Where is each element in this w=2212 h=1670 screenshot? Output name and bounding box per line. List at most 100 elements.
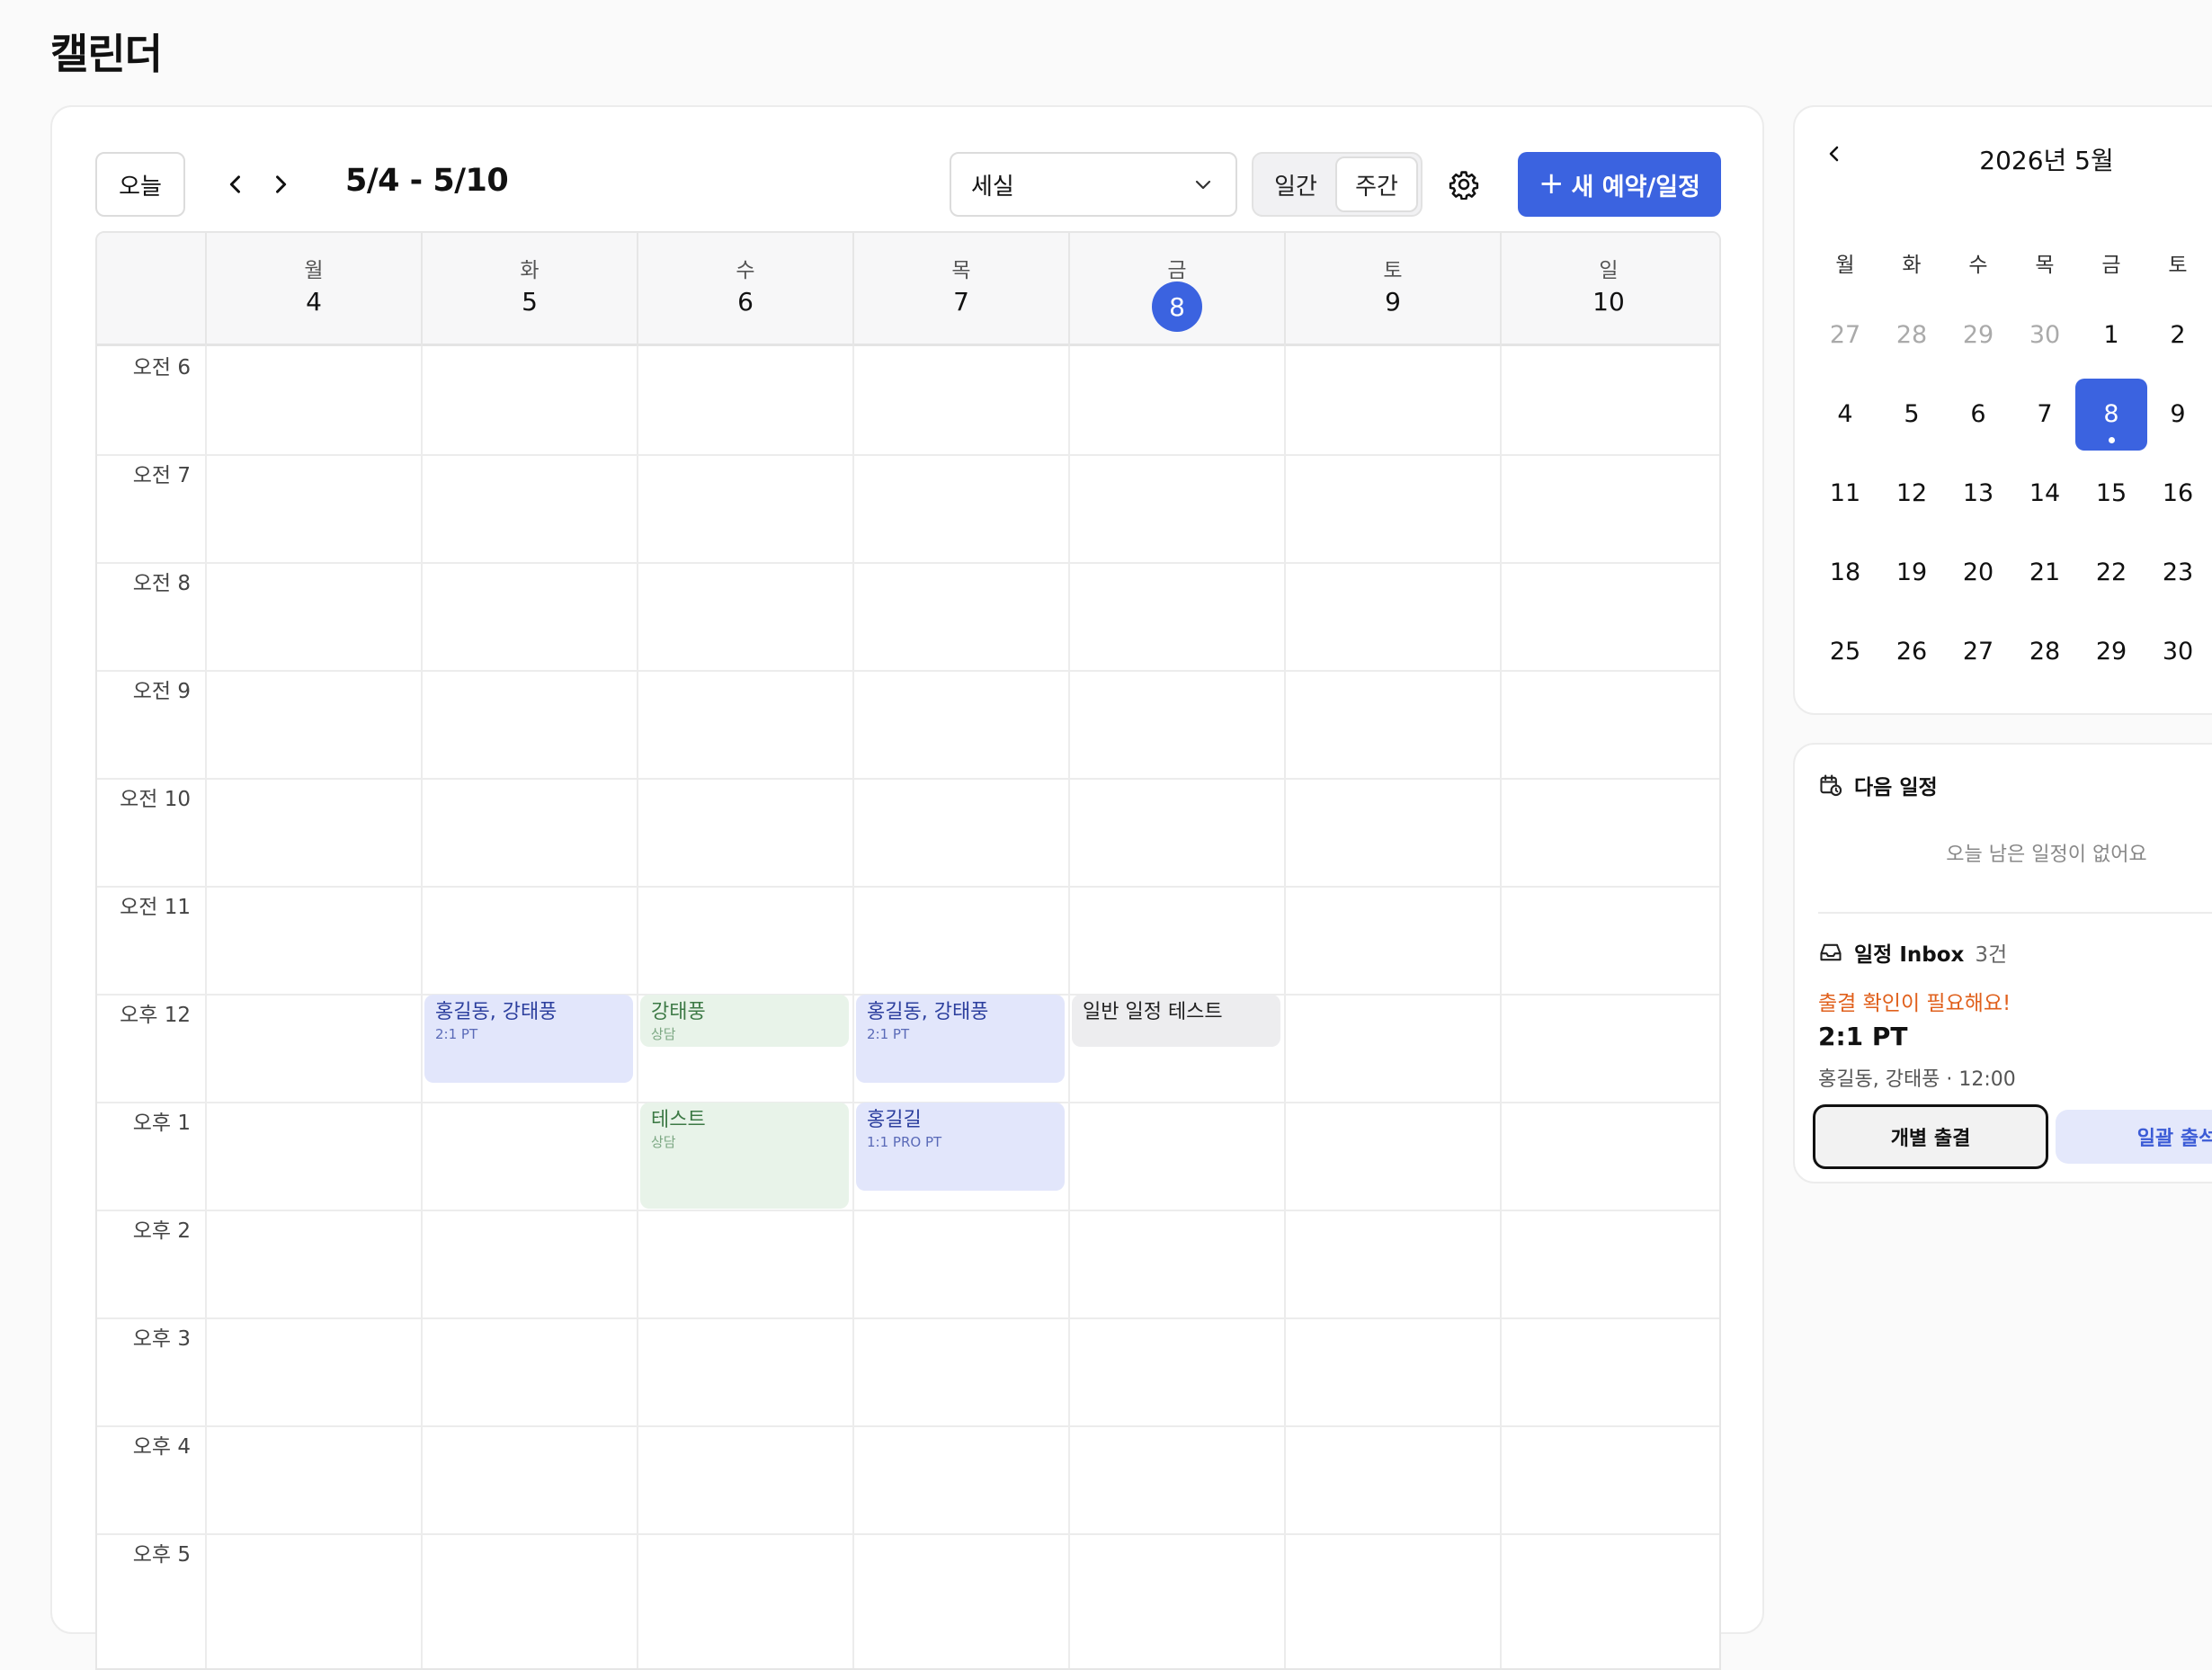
mini-day[interactable]: 14 (2009, 458, 2081, 530)
mini-day[interactable]: 27 (1809, 299, 1881, 371)
time-slot[interactable] (1286, 564, 1500, 670)
mini-day[interactable]: 29 (1942, 299, 2014, 371)
time-slot[interactable] (1070, 456, 1284, 562)
mini-day[interactable]: 23 (2142, 537, 2212, 609)
time-slot[interactable] (423, 672, 637, 778)
time-slot[interactable] (854, 672, 1068, 778)
room-select[interactable]: 세실 (950, 152, 1237, 217)
time-slot[interactable] (638, 672, 852, 778)
time-slot[interactable] (1286, 1535, 1500, 1641)
mini-day[interactable]: 28 (2009, 616, 2081, 688)
time-slot[interactable] (1286, 1427, 1500, 1533)
time-slot[interactable] (1502, 1427, 1716, 1533)
time-slot[interactable] (638, 456, 852, 562)
mini-day[interactable]: 19 (1876, 537, 1948, 609)
time-slot[interactable] (1286, 1103, 1500, 1210)
time-slot[interactable] (854, 456, 1068, 562)
time-slot[interactable] (1502, 1103, 1716, 1210)
mini-day[interactable]: 18 (1809, 537, 1881, 609)
time-slot[interactable] (854, 348, 1068, 454)
time-slot[interactable] (1070, 1535, 1284, 1641)
time-slot[interactable] (1286, 1211, 1500, 1317)
day-header-8[interactable]: 금8 (1068, 233, 1284, 346)
mini-day[interactable]: 29 (2075, 616, 2147, 688)
time-slot[interactable] (207, 780, 421, 886)
mini-day[interactable]: 1 (2075, 299, 2147, 371)
time-slot[interactable] (638, 348, 852, 454)
calendar-event[interactable]: 홍길동, 강태풍 2:1 PT (856, 995, 1065, 1083)
time-slot[interactable] (207, 672, 421, 778)
time-slot[interactable] (423, 1211, 637, 1317)
day-header-4[interactable]: 월4 (205, 233, 421, 346)
time-slot[interactable] (1502, 564, 1716, 670)
view-day-tab[interactable]: 일간 (1256, 156, 1335, 212)
time-slot[interactable] (854, 1319, 1068, 1425)
time-slot[interactable] (1286, 888, 1500, 994)
time-slot[interactable] (1286, 1319, 1500, 1425)
time-slot[interactable] (207, 996, 421, 1102)
new-booking-button[interactable]: + 새 예약/일정 (1518, 152, 1721, 217)
mini-day[interactable]: 13 (1942, 458, 2014, 530)
time-slot[interactable] (854, 888, 1068, 994)
time-slot[interactable] (1502, 780, 1716, 886)
time-slot[interactable] (1286, 780, 1500, 886)
time-slot[interactable] (1502, 888, 1716, 994)
mini-day[interactable]: 7 (2009, 379, 2081, 451)
mini-day[interactable]: 20 (1942, 537, 2014, 609)
time-slot[interactable] (1502, 1535, 1716, 1641)
mini-day[interactable]: 21 (2009, 537, 2081, 609)
mini-day[interactable]: 27 (1942, 616, 2014, 688)
time-slot[interactable] (423, 348, 637, 454)
time-slot[interactable] (207, 348, 421, 454)
time-slot[interactable] (638, 888, 852, 994)
time-slot[interactable] (207, 1211, 421, 1317)
time-slot[interactable] (1070, 1103, 1284, 1210)
time-slot[interactable] (1502, 996, 1716, 1102)
time-slot[interactable] (423, 456, 637, 562)
time-slot[interactable] (1286, 996, 1500, 1102)
time-slot[interactable] (1070, 564, 1284, 670)
mini-day[interactable]: 28 (1876, 299, 1948, 371)
time-slot[interactable] (638, 780, 852, 886)
mini-day[interactable]: 5 (1876, 379, 1948, 451)
time-slot[interactable] (423, 1427, 637, 1533)
mini-day[interactable]: 30 (2009, 299, 2081, 371)
view-week-tab[interactable]: 주간 (1335, 156, 1418, 212)
time-slot[interactable] (423, 564, 637, 670)
next-week-button[interactable] (255, 159, 306, 210)
time-slot[interactable] (1286, 348, 1500, 454)
time-slot[interactable] (423, 1319, 637, 1425)
mini-day[interactable]: 26 (1876, 616, 1948, 688)
bulk-attendance-button[interactable]: 일괄 출석 (2056, 1110, 2212, 1164)
day-header-7[interactable]: 목7 (852, 233, 1068, 346)
time-slot[interactable] (1502, 672, 1716, 778)
time-slot[interactable] (207, 1535, 421, 1641)
day-header-9[interactable]: 토9 (1284, 233, 1500, 346)
time-slot[interactable] (423, 780, 637, 886)
time-slot[interactable] (854, 564, 1068, 670)
time-slot[interactable] (207, 456, 421, 562)
time-slot[interactable] (1070, 1211, 1284, 1317)
time-slot[interactable] (1070, 888, 1284, 994)
time-slot[interactable] (1070, 1319, 1284, 1425)
time-slot[interactable] (638, 1211, 852, 1317)
time-slot[interactable] (1070, 348, 1284, 454)
time-slot[interactable] (1070, 672, 1284, 778)
prev-week-button[interactable] (210, 159, 261, 210)
mini-day[interactable]: 15 (2075, 458, 2147, 530)
today-button[interactable]: 오늘 (95, 152, 185, 217)
individual-attendance-button[interactable]: 개별 출결 (1813, 1104, 2048, 1169)
calendar-event[interactable]: 강태풍 상담 (640, 995, 849, 1047)
time-slot[interactable] (1286, 672, 1500, 778)
time-slot[interactable] (1502, 1211, 1716, 1317)
day-header-5[interactable]: 화5 (421, 233, 637, 346)
mini-day[interactable]: 11 (1809, 458, 1881, 530)
time-slot[interactable] (638, 564, 852, 670)
time-slot[interactable] (638, 1535, 852, 1641)
calendar-event[interactable]: 홍길길 1:1 PRO PT (856, 1103, 1065, 1191)
time-slot[interactable] (423, 1535, 637, 1641)
time-slot[interactable] (1502, 1319, 1716, 1425)
time-slot[interactable] (854, 1535, 1068, 1641)
time-slot[interactable] (207, 564, 421, 670)
mini-day-selected[interactable]: 8 (2075, 379, 2147, 451)
